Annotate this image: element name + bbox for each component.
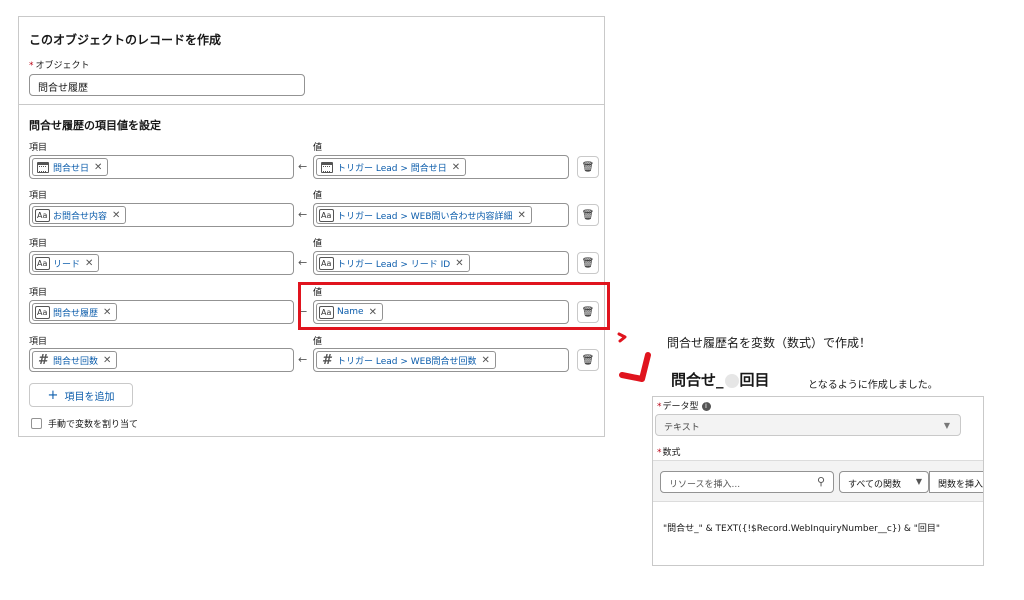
search-icon: ⚲ (816, 475, 825, 488)
value-pill[interactable]: Aa トリガー Lead > リード ID ✕ (316, 254, 470, 272)
delete-row-button[interactable]: 🗑 (577, 252, 599, 274)
text-icon: Aa (35, 208, 50, 222)
object-input[interactable]: 問合せ履歴 (29, 74, 305, 96)
field-header: 項目 (29, 337, 48, 347)
field-header: 項目 (29, 191, 48, 201)
field-header: 項目 (29, 288, 48, 298)
field-pill[interactable]: # 問合せ回数 ✕ (32, 351, 118, 369)
data-type-label: *データ型 i (657, 399, 711, 412)
remove-icon[interactable]: ✕ (94, 162, 102, 173)
number-icon: # (37, 352, 48, 368)
field-input[interactable]: Aa リード ✕ (29, 251, 294, 275)
down-arrow-mark-icon (619, 352, 651, 382)
remove-icon[interactable]: ✕ (518, 210, 526, 221)
remove-icon[interactable]: ✕ (103, 355, 111, 366)
field-input[interactable]: Aa 問合せ履歴 ✕ (29, 300, 294, 324)
data-type-select[interactable]: テキスト ▼ (655, 414, 961, 436)
field-input[interactable]: Aa お問合せ内容 ✕ (29, 203, 294, 227)
annotation-line2: 問合せ_ 回目 (671, 371, 770, 389)
left-arrow-icon: ← (298, 353, 308, 366)
highlight-box (298, 282, 610, 330)
remove-icon[interactable]: ✕ (85, 258, 93, 269)
field-input[interactable]: 問合せ日 ✕ (29, 155, 294, 179)
trash-icon: 🗑 (581, 161, 595, 173)
text-icon: Aa (319, 256, 334, 270)
text-icon: Aa (35, 305, 50, 319)
manual-assign-label: 手動で変数を割り当て (48, 420, 139, 430)
value-header: 値 (313, 191, 323, 201)
value-input[interactable]: Aa トリガー Lead > WEB問い合わせ内容詳細 ✕ (313, 203, 569, 227)
annotation-line3: となるように作成しました。 (808, 380, 938, 391)
annotation-line1: 問合せ履歴名を変数（数式）で作成！ (667, 336, 872, 350)
value-pill[interactable]: Aa トリガー Lead > WEB問い合わせ内容詳細 ✕ (316, 206, 532, 224)
value-input[interactable]: トリガー Lead > 問合せ日 ✕ (313, 155, 569, 179)
trash-icon: 🗑 (581, 209, 595, 221)
manual-assign-checkbox[interactable] (31, 418, 42, 429)
chevron-down-icon: ▼ (915, 477, 922, 486)
delete-row-button[interactable]: 🗑 (577, 156, 599, 178)
text-icon: Aa (319, 208, 334, 222)
field-header: 項目 (29, 239, 48, 249)
field-input[interactable]: # 問合せ回数 ✕ (29, 348, 294, 372)
field-pill[interactable]: 問合せ日 ✕ (32, 158, 109, 176)
functions-select[interactable]: すべての関数 ▼ (839, 471, 929, 493)
remove-icon[interactable]: ✕ (482, 355, 490, 366)
field-pill[interactable]: Aa 問合せ履歴 ✕ (32, 303, 118, 321)
value-pill[interactable]: トリガー Lead > 問合せ日 ✕ (316, 158, 467, 176)
value-header: 値 (313, 239, 323, 249)
remove-icon[interactable]: ✕ (452, 162, 460, 173)
plus-icon: + (47, 387, 59, 403)
chevron-down-icon: ▼ (943, 421, 950, 430)
value-input[interactable]: Aa トリガー Lead > リード ID ✕ (313, 251, 569, 275)
calendar-icon (35, 160, 50, 174)
number-icon: # (321, 352, 332, 368)
field-pill[interactable]: Aa お問合せ内容 ✕ (32, 206, 127, 224)
trash-icon: 🗑 (581, 257, 595, 269)
left-arrow-icon: ← (298, 160, 308, 173)
resource-search-input[interactable]: リソースを挿入... ⚲ (660, 471, 834, 493)
value-input[interactable]: # トリガー Lead > WEB問合せ回数 ✕ (313, 348, 569, 372)
remove-icon[interactable]: ✕ (455, 258, 463, 269)
text-icon: Aa (35, 256, 50, 270)
panel-title: このオブジェクトのレコードを作成 (29, 33, 222, 47)
value-header: 値 (313, 337, 323, 347)
object-label: * オブジェクト (29, 61, 90, 71)
record-create-panel: このオブジェクトのレコードを作成 * オブジェクト 問合せ履歴 問合せ履歴の項目値… (18, 16, 605, 437)
remove-icon[interactable]: ✕ (112, 210, 120, 221)
formula-toolbar: リソースを挿入... ⚲ すべての関数 ▼ 関数を挿入 (653, 460, 983, 502)
left-arrow-icon: ← (298, 256, 308, 269)
field-header: 項目 (29, 143, 48, 153)
delete-row-button[interactable]: 🗑 (577, 349, 599, 371)
remove-icon[interactable]: ✕ (103, 307, 111, 318)
formula-label: *数式 (657, 448, 681, 458)
hook-mark-icon (617, 332, 627, 343)
value-pill[interactable]: # トリガー Lead > WEB問合せ回数 ✕ (316, 351, 496, 369)
field-pill[interactable]: Aa リード ✕ (32, 254, 100, 272)
insert-function-select[interactable]: 関数を挿入 (929, 471, 983, 493)
calendar-icon (319, 160, 334, 174)
add-field-button[interactable]: + 項目を追加 (29, 383, 133, 407)
formula-panel: *データ型 i テキスト ▼ *数式 リソースを挿入... ⚲ すべての関数 ▼ 関数を… (652, 396, 984, 566)
delete-row-button[interactable]: 🗑 (577, 204, 599, 226)
info-icon[interactable]: i (701, 402, 711, 411)
section-title: 問合せ履歴の項目値を設定 (29, 119, 161, 132)
manual-assign-option[interactable]: 手動で変数を割り当て (31, 417, 138, 430)
formula-editor[interactable]: "問合せ_" & TEXT({!$Record.WebInquiryNumber… (663, 521, 940, 534)
placeholder-dot (724, 373, 739, 388)
section-divider (19, 104, 604, 105)
trash-icon: 🗑 (581, 354, 595, 366)
value-header: 値 (313, 143, 323, 153)
left-arrow-icon: ← (298, 208, 308, 221)
